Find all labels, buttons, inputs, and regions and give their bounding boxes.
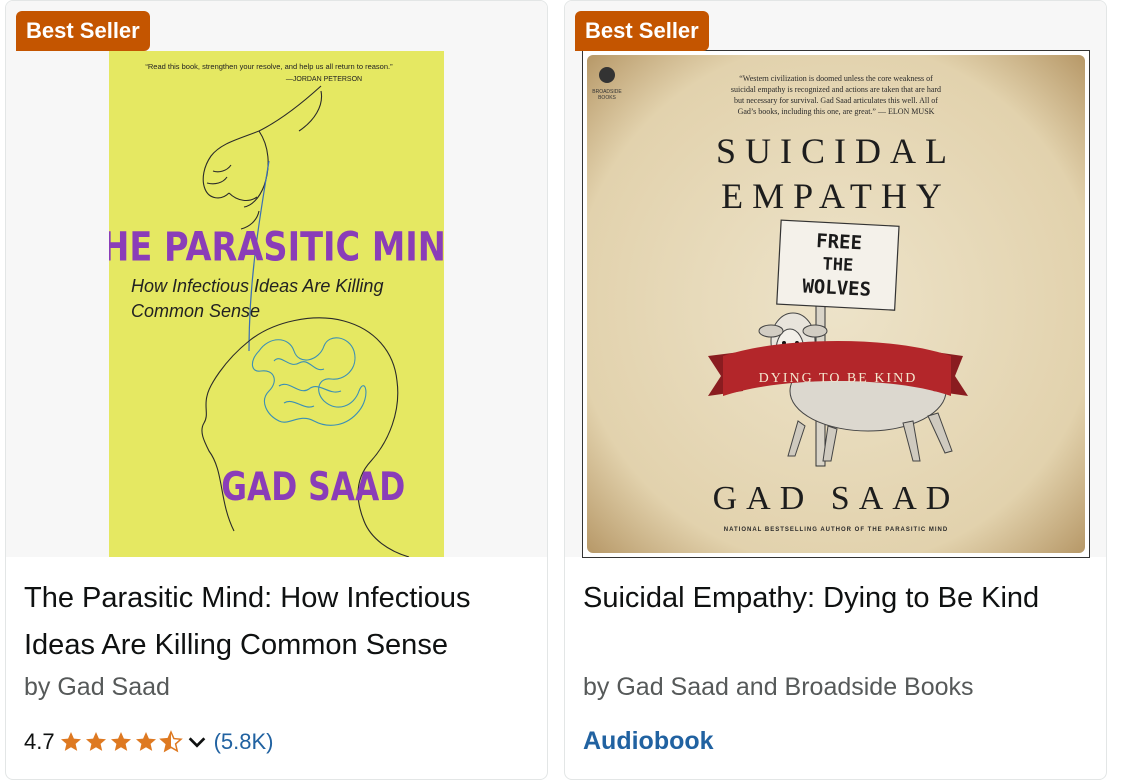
book-cover-suicidal-empathy[interactable]: BROADSIDE BOOKS “Western civilization is… xyxy=(582,50,1090,558)
star-icon xyxy=(110,732,131,751)
cover-author: GAD SAAD xyxy=(713,480,960,517)
cover-quote: “Read this book, strengthen your resolve… xyxy=(145,62,393,71)
product-image-area[interactable]: Best Seller “Read this book, strengthen … xyxy=(6,1,547,557)
cover-subtitle-line1: How Infectious Ideas Are Killing xyxy=(131,276,383,296)
sign-line1: FREE xyxy=(816,230,863,254)
cover-quote-attribution: —JORDAN PETERSON xyxy=(286,76,362,83)
star-icon xyxy=(60,732,81,751)
rating-value: 4.7 xyxy=(24,729,55,754)
product-title-link[interactable]: Suicidal Empathy: Dying to Be Kind xyxy=(583,575,1093,622)
cover-quote-line2: suicidal empathy is recognized and actio… xyxy=(731,85,941,94)
star-half-icon xyxy=(158,730,183,753)
protest-sign: FREE THE WOLVES xyxy=(776,219,900,311)
review-count-link[interactable]: (5.8K) xyxy=(214,729,274,755)
product-byline: by Gad Saad xyxy=(24,673,170,701)
cover-title-line2: EMPATHY xyxy=(721,176,951,216)
publisher-line2: BOOKS xyxy=(598,95,616,101)
cover-banner-text: DYING TO BE KIND xyxy=(759,371,918,386)
product-card-parasitic-mind[interactable]: Best Seller “Read this book, strengthen … xyxy=(5,0,548,780)
best-seller-badge: Best Seller xyxy=(16,11,150,51)
product-title-link[interactable]: The Parasitic Mind: How Infectious Ideas… xyxy=(24,575,534,669)
star-icon xyxy=(85,732,106,751)
cover-quote-line3: but necessary for survival. Gad Saad art… xyxy=(734,96,938,105)
cover-quote-line1: “Western civilization is doomed unless t… xyxy=(739,74,933,83)
cover-subtitle-line2: Common Sense xyxy=(131,301,260,321)
cover-author: GAD SAAD xyxy=(221,464,405,509)
cover-title: THE PARASITIC MIND xyxy=(109,223,444,270)
product-byline: by Gad Saad and Broadside Books xyxy=(583,673,974,701)
book-cover-parasitic-mind[interactable]: “Read this book, strengthen your resolve… xyxy=(109,51,444,557)
product-image-area[interactable]: Best Seller BROADSIDE BOOKS “Western civ… xyxy=(565,1,1106,558)
star-rating[interactable] xyxy=(59,730,214,754)
cover-quote-line4: Gad’s books, including this one, are gre… xyxy=(738,107,935,116)
chevron-down-icon[interactable] xyxy=(186,731,208,753)
format-link-audiobook[interactable]: Audiobook xyxy=(583,727,714,756)
cover-title-line1: SUICIDAL xyxy=(716,131,956,171)
cover-tagline: NATIONAL BESTSELLING AUTHOR OF THE PARAS… xyxy=(724,527,948,533)
rating-row: 4.7 (5.8K) xyxy=(24,727,274,757)
star-icon xyxy=(135,732,156,751)
best-seller-badge: Best Seller xyxy=(575,11,709,51)
sign-line2: THE xyxy=(822,254,854,276)
sign-line3: WOLVES xyxy=(802,275,872,301)
product-card-suicidal-empathy[interactable]: Best Seller BROADSIDE BOOKS “Western civ… xyxy=(564,0,1107,780)
